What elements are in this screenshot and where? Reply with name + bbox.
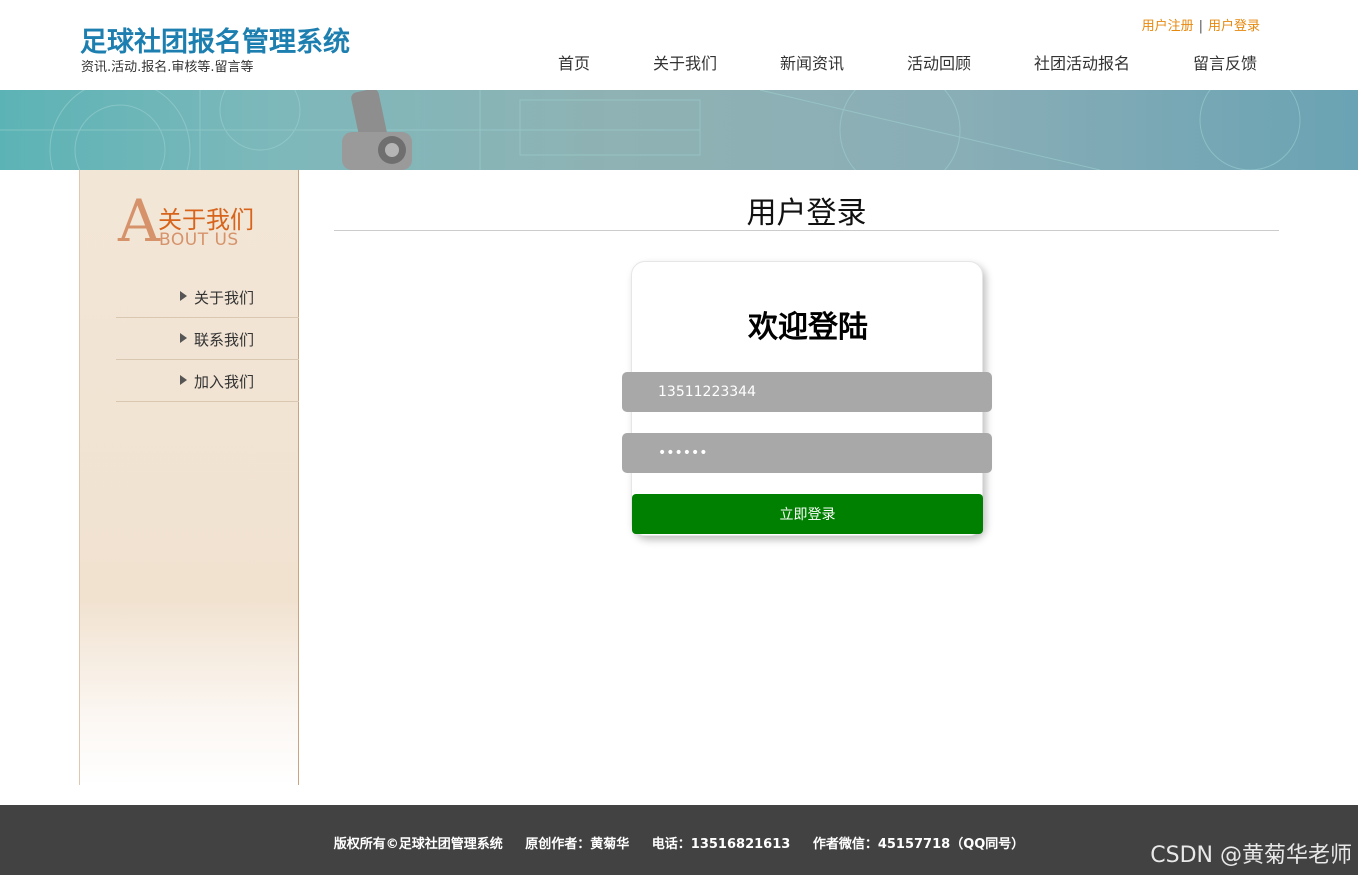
nav-news[interactable]: 新闻资讯 [780,50,844,74]
top-links: 用户注册 | 用户登录 [1142,15,1260,34]
banner-graphic [0,90,1301,170]
nav-activity-review[interactable]: 活动回顾 [907,50,971,74]
csdn-watermark: CSDN @黄菊华老师 [1150,843,1352,868]
main-nav: 首页 关于我们 新闻资讯 活动回顾 社团活动报名 留言反馈 [0,50,1358,74]
nav-feedback[interactable]: 留言反馈 [1193,50,1257,74]
nav-club-signup[interactable]: 社团活动报名 [1034,50,1130,74]
sidebar-item-contact[interactable]: 联系我们 [116,318,299,360]
sidebar-item-label: 联系我们 [194,331,255,349]
login-link[interactable]: 用户登录 [1208,19,1260,34]
login-submit-button[interactable]: 立即登录 [632,494,983,534]
welcome-heading: 欢迎登陆 [748,310,868,345]
page-title: 用户登录 [746,196,867,231]
password-input[interactable] [622,433,992,473]
header: 足球社团报名管理系统 资讯.活动.报名.审核等.留言等 用户注册 | 用户登录 首页… [0,0,1358,90]
login-card: 欢迎登陆 立即登录 [622,261,992,536]
about-us-logo-letter: A [118,187,160,255]
username-input[interactable] [622,372,992,412]
chevron-right-icon [180,333,187,343]
footer-wechat: 作者微信：45157718（QQ同号） [812,837,1025,852]
footer-copyright: 版权所有©足球社团管理系统 [333,837,503,852]
sidebar-item-about[interactable]: 关于我们 [116,276,299,318]
nav-about[interactable]: 关于我们 [653,50,717,74]
nav-home[interactable]: 首页 [558,50,590,74]
footer: 版权所有©足球社团管理系统 原创作者：黄菊华 电话：13516821613 作者… [0,805,1358,875]
register-link[interactable]: 用户注册 [1142,19,1194,34]
chevron-right-icon [180,291,187,301]
footer-author: 原创作者：黄菊华 [525,837,630,852]
sidebar-item-label: 关于我们 [194,289,255,307]
link-separator: | [1198,19,1203,34]
sidebar-item-label: 加入我们 [194,373,255,391]
banner-image [0,90,1358,170]
sidebar: A 关于我们 BOUT US 关于我们 联系我们 加入我们 [79,170,299,785]
about-us-heading-en: BOUT US [159,230,239,250]
title-divider [334,230,1279,231]
sidebar-item-join[interactable]: 加入我们 [116,360,299,402]
chevron-right-icon [180,375,187,385]
footer-phone: 电话：13516821613 [651,837,791,852]
sidebar-menu: 关于我们 联系我们 加入我们 [116,276,299,402]
